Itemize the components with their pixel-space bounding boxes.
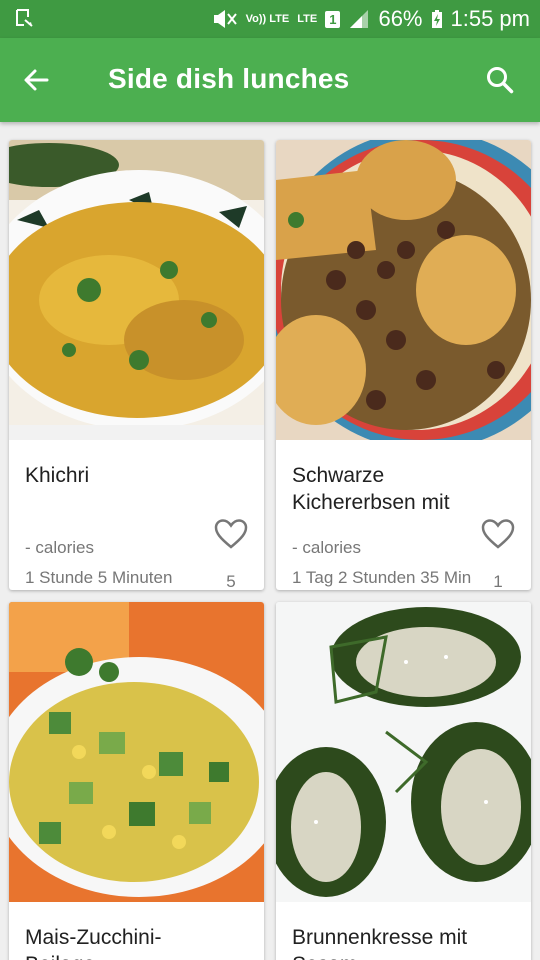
status-indicators: Vo)) LTE LTE 1 66% 1:55 pm [212, 0, 530, 38]
screenshot-icon [16, 9, 33, 27]
recipe-title: Mais-Zucchini-Beilage [25, 926, 162, 960]
recipe-grid: Khichri - calories 1 Stunde 5 Minuten 5 [0, 122, 540, 960]
sim-badge: 1 [325, 10, 341, 28]
like-count: 5 [226, 572, 236, 590]
recipe-image-mais-zucchini [9, 602, 264, 902]
recipe-card[interactable]: Khichri - calories 1 Stunde 5 Minuten 5 [9, 140, 264, 590]
recipe-title: Schwarze Kichererbsen mit [292, 464, 450, 514]
mute-icon [213, 10, 237, 28]
recipe-title: Khichri [25, 464, 90, 487]
page-title: Side dish lunches [108, 63, 350, 94]
lte-label: LTE [297, 12, 318, 25]
clock: 1:55 pm [450, 6, 531, 31]
status-bar: Vo)) LTE LTE 1 66% 1:55 pm [0, 0, 540, 38]
battery-charging-icon [431, 10, 442, 28]
recipe-card[interactable]: Schwarze Kichererbsen mit - calories 1 T… [276, 140, 531, 590]
recipe-image-brunnenkresse [276, 602, 531, 902]
like-count: 1 [493, 572, 503, 590]
signal-icon [350, 10, 369, 28]
search-icon[interactable] [484, 64, 516, 96]
recipe-title: Brunnenkresse mit Sesam [292, 926, 468, 960]
recipe-card[interactable]: Brunnenkresse mit Sesam [276, 602, 531, 960]
heart-outline-icon[interactable] [214, 518, 248, 550]
recipe-image-kichererbsen [276, 140, 531, 440]
recipe-card[interactable]: Mais-Zucchini-Beilage [9, 602, 264, 960]
recipe-calories: - calories [25, 538, 94, 557]
recipe-time: 1 Stunde 5 Minuten [25, 568, 173, 587]
battery-percent: 66% [378, 6, 423, 31]
heart-outline-icon[interactable] [481, 518, 515, 550]
volte-label: Vo)) LTE [245, 12, 290, 25]
recipe-calories: - calories [292, 538, 361, 557]
app-bar: Side dish lunches [0, 38, 540, 122]
recipe-image-khichri [9, 140, 264, 440]
back-arrow-icon[interactable] [20, 64, 52, 96]
recipe-time: 1 Tag 2 Stunden 35 Minuten [292, 568, 472, 587]
